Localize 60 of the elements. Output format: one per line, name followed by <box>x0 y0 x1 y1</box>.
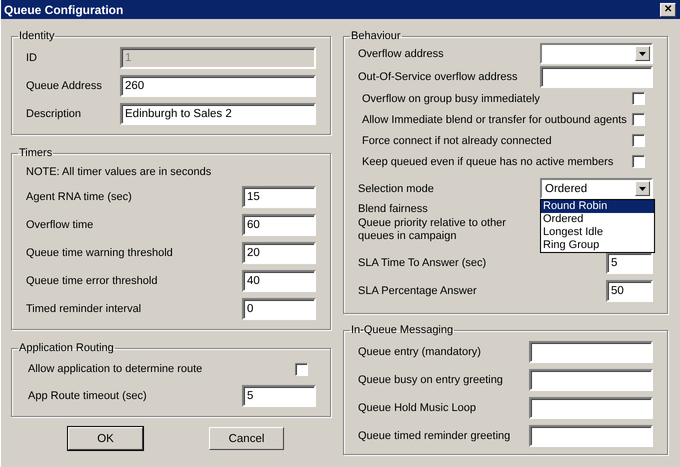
field-label: ID <box>26 52 37 64</box>
field-label: Queue time error threshold <box>26 275 158 287</box>
field-label: Overflow address <box>358 48 444 60</box>
text-field[interactable]: 0 <box>242 298 316 320</box>
text-field[interactable]: 5 <box>606 252 653 274</box>
note-text: NOTE: All timer values are in seconds <box>26 165 212 180</box>
field-label: Queue priority relative to other queues in campaign <box>358 217 507 243</box>
field-label: App Route timeout (sec) <box>27 390 147 402</box>
window-title: Queue Configuration <box>4 2 124 16</box>
checkbox[interactable] <box>632 155 645 168</box>
text-field[interactable] <box>540 66 653 88</box>
field-label: Overflow on group busy immediately <box>362 92 540 104</box>
text-field[interactable]: 260 <box>120 75 316 97</box>
field-label: Queue entry (mandatory) <box>358 346 481 358</box>
checkbox[interactable] <box>295 362 308 376</box>
field-label: Queue Hold Music Loop <box>358 402 476 414</box>
field-label: Out-Of-Service overflow address <box>358 70 518 82</box>
dropdown-option[interactable]: Ordered <box>541 213 654 226</box>
text-field[interactable] <box>529 341 653 363</box>
text-field[interactable]: Edinburgh to Sales 2 <box>120 103 316 125</box>
field-label: Selection mode <box>358 182 434 194</box>
field-label: Allow Immediate blend or transfer for outbound agents <box>362 114 627 126</box>
text-field[interactable]: 50 <box>606 280 653 302</box>
dropdown[interactable] <box>540 43 653 64</box>
text-field[interactable] <box>529 369 653 391</box>
field-label: Overflow time <box>26 219 94 231</box>
ok-button[interactable]: OK <box>68 427 143 450</box>
field-label: Queue Address <box>26 80 102 92</box>
dropdown-option[interactable]: Longest Idle <box>541 226 654 239</box>
dropdown-option[interactable]: Round Robin <box>541 200 654 213</box>
text-field[interactable]: 15 <box>242 186 316 208</box>
field-label: Queue busy on entry greeting <box>358 374 503 386</box>
field-label: SLA Percentage Answer <box>358 285 477 297</box>
text-field[interactable] <box>529 425 653 447</box>
group-title: Behaviour <box>350 30 402 42</box>
field-label: Agent RNA time (sec) <box>26 191 132 203</box>
field-label: Queue time warning threshold <box>26 247 173 259</box>
cancel-button[interactable]: Cancel <box>209 427 284 450</box>
text-field[interactable]: 60 <box>242 214 316 236</box>
checkbox[interactable] <box>632 92 645 105</box>
text-field[interactable]: 5 <box>242 385 316 407</box>
field-label: Timed reminder interval <box>26 303 142 315</box>
field-label: Description <box>26 108 82 120</box>
field-label: Queue timed reminder greeting <box>358 430 510 442</box>
close-button[interactable]: ✕ <box>660 2 676 16</box>
field-label: SLA Time To Answer (sec) <box>358 257 486 269</box>
group-title: Timers <box>18 147 54 159</box>
checkbox[interactable] <box>632 134 645 147</box>
group-title: Application Routing <box>18 342 115 354</box>
text-field[interactable] <box>529 397 653 419</box>
field-label: Force connect if not already connected <box>362 134 552 146</box>
group-title: Identity <box>18 30 56 42</box>
field-label: Allow application to determine route <box>27 363 202 375</box>
text-field[interactable]: 40 <box>242 270 316 292</box>
checkbox[interactable] <box>632 113 645 126</box>
text-field[interactable]: 20 <box>242 242 316 264</box>
field-label: Keep queued even if queue has no active members <box>362 156 614 168</box>
field-label: Blend fairness <box>358 203 429 216</box>
group-title: In-Queue Messaging <box>350 324 454 336</box>
dropdown-option[interactable]: Ring Group <box>541 239 654 252</box>
